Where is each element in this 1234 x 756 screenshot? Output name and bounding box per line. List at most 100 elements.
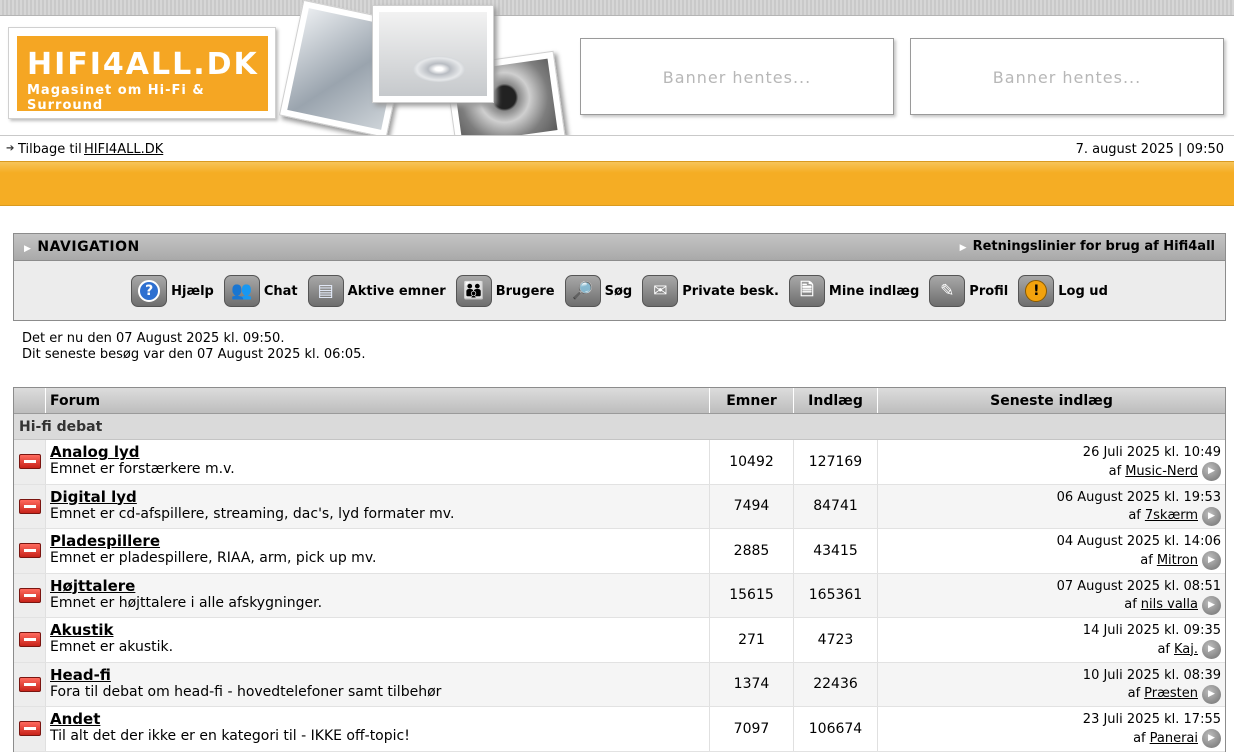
forum-folder-icon — [18, 498, 41, 514]
category-title[interactable]: Hi-fi debat — [14, 414, 1225, 440]
nav-item-my-posts[interactable]: 🗎 Mine indlæg — [788, 275, 919, 307]
navigation-title: ▶ NAVIGATION — [24, 239, 140, 255]
nav-item-profile[interactable]: ✎ Profil — [929, 275, 1008, 307]
topic-count: 10492 — [710, 440, 794, 484]
latest-post-cell: 07 August 2025 kl. 08:51 af nils valla ▶ — [878, 574, 1225, 618]
table-row: Andet Til alt det der ikke er en kategori… — [14, 707, 1225, 752]
chat-icon: 👥 — [223, 275, 260, 307]
forum-folder-icon — [18, 587, 41, 603]
forum-folder-icon — [18, 676, 41, 692]
by-label: af — [1127, 686, 1141, 701]
forum-name-link[interactable]: Head-fi — [50, 666, 111, 684]
latest-post-author: af Music-Nerd ▶ — [1109, 462, 1221, 481]
latest-post-user-link[interactable]: Kaj. — [1174, 641, 1198, 659]
table-row: Digital lyd Emnet er cd-afspillere, strea… — [14, 484, 1225, 529]
latest-post-date: 14 Juli 2025 kl. 09:35 — [1082, 623, 1221, 638]
forum-cell: Højttalere Emnet er højttalere i alle afs… — [46, 573, 710, 617]
go-to-latest-post-icon[interactable]: ▶ — [1202, 640, 1221, 659]
nav-item-private-messages[interactable]: ✉ Private besk. — [642, 275, 779, 307]
forum-name-link[interactable]: Analog lyd — [50, 444, 139, 461]
orange-divider-bar — [0, 161, 1234, 206]
latest-post-user-link[interactable]: Præsten — [1144, 685, 1198, 703]
go-to-latest-post-icon[interactable]: ▶ — [1202, 684, 1221, 704]
go-to-latest-post-icon[interactable]: ▶ — [1202, 729, 1221, 748]
by-label: af — [1124, 597, 1137, 612]
triangle-right-icon: ▶ — [959, 243, 967, 253]
logo-subtitle: Magasinet om Hi-Fi & Surround — [27, 83, 205, 113]
active-topics-icon: ▤ — [307, 275, 344, 307]
forum-status-cell — [14, 573, 46, 617]
forum-cell: Digital lyd Emnet er cd-afspillere, strea… — [46, 484, 710, 528]
nav-item-help[interactable]: ? Hjælp — [131, 275, 214, 307]
back-to-site-link[interactable]: HIFI4ALL.DK — [84, 142, 163, 157]
by-label: af — [1157, 641, 1170, 657]
latest-post-user-link[interactable]: 7skærm — [1145, 507, 1198, 525]
nav-item-users[interactable]: 👪 Brugere — [455, 275, 555, 307]
latest-post-user-link[interactable]: Panerai — [1150, 730, 1198, 748]
latest-post-user-link[interactable]: nils valla — [1141, 596, 1198, 614]
table-row: Akustik Emnet er akustik. 271 4723 14 Juli 2… — [14, 618, 1225, 663]
nav-item-chat[interactable]: 👥 Chat — [223, 275, 298, 307]
nav-item-active-topics[interactable]: ▤ Aktive emner — [307, 275, 446, 307]
site-logo[interactable]: HIFI4ALL.DK Magasinet om Hi-Fi & Surroun… — [17, 36, 268, 113]
go-to-latest-post-icon[interactable]: ▶ — [1202, 462, 1221, 481]
logout-icon: ! — [1018, 275, 1055, 307]
forum-folder-icon — [18, 543, 41, 559]
forum-status-cell — [14, 529, 46, 573]
logo-title: HIFI4ALL.DK — [27, 47, 259, 82]
forum-folder-icon — [18, 454, 41, 470]
table-row: Højttalere Emnet er højttalere i alle afs… — [14, 573, 1225, 618]
forum-table: Forum Emner Indlæg Seneste indlæg Hi-fi … — [13, 387, 1226, 752]
latest-post-author: af 7skærm ▶ — [1128, 506, 1221, 526]
visit-info: Det er nu den 07 August 2025 kl. 09:50. … — [22, 331, 366, 363]
go-to-latest-post-icon[interactable]: ▶ — [1202, 506, 1221, 526]
latest-post-user-link[interactable]: Music-Nerd — [1125, 463, 1198, 481]
forum-status-cell — [14, 618, 46, 662]
post-count: 4723 — [794, 618, 878, 662]
triangle-right-icon: ▶ — [24, 244, 32, 254]
forum-cell: Akustik Emnet er akustik. — [46, 618, 710, 662]
forum-status-cell — [14, 707, 46, 751]
banner-ad-2[interactable]: Banner hentes... — [910, 38, 1224, 115]
latest-post-author: af Kaj. ▶ — [1157, 640, 1221, 659]
latest-post-user-link[interactable]: Mitron — [1157, 552, 1198, 570]
latest-post-cell: 06 August 2025 kl. 19:53 af 7skærm ▶ — [878, 485, 1225, 529]
nav-item-search[interactable]: 🔎 Søg — [564, 275, 632, 307]
nav-item-logout[interactable]: ! Log ud — [1018, 275, 1108, 307]
table-row: Pladespillere Emnet er pladespillere, RIA… — [14, 529, 1225, 574]
go-to-latest-post-icon[interactable]: ▶ — [1202, 551, 1221, 570]
forum-name-link[interactable]: Pladespillere — [50, 533, 160, 550]
latest-post-date: 04 August 2025 kl. 14:06 — [1056, 534, 1221, 549]
navigation-items: ? Hjælp 👥 Chat ▤ Aktive emner 👪 Brugere … — [14, 261, 1225, 321]
latest-post-author: af nils valla ▶ — [1124, 595, 1221, 615]
my-posts-icon: 🗎 — [788, 275, 825, 307]
forum-status-cell — [14, 484, 46, 528]
topic-count: 2885 — [710, 529, 794, 573]
help-icon: ? — [131, 275, 168, 307]
forum-name-link[interactable]: Akustik — [50, 622, 113, 639]
header-icon-col — [14, 388, 46, 413]
arrow-right-icon: ➔ — [6, 143, 15, 154]
latest-post-date: 23 Juli 2025 kl. 17:55 — [1082, 712, 1221, 727]
latest-post-date: 26 Juli 2025 kl. 10:49 — [1082, 445, 1221, 460]
forum-name-link[interactable]: Digital lyd — [50, 488, 137, 506]
latest-post-author: af Præsten ▶ — [1127, 684, 1221, 704]
forum-description: Emnet er akustik. — [50, 639, 174, 655]
users-icon: 👪 — [455, 275, 492, 307]
latest-post-cell: 10 Juli 2025 kl. 08:39 af Præsten ▶ — [878, 663, 1225, 707]
topic-count: 7494 — [710, 484, 794, 528]
forum-description: Fora til debat om head-fi - hovedtelefon… — [50, 683, 442, 700]
site-logo-frame[interactable]: HIFI4ALL.DK Magasinet om Hi-Fi & Surroun… — [8, 27, 276, 119]
rules-link[interactable]: ▶ Retningslinier for brug af Hifi4all — [960, 239, 1215, 254]
post-count: 84741 — [794, 484, 878, 528]
navigation-panel: ▶ NAVIGATION ▶ Retningslinier for brug af … — [13, 233, 1226, 321]
go-to-latest-post-icon[interactable]: ▶ — [1202, 595, 1221, 615]
latest-post-cell: 23 Juli 2025 kl. 17:55 af Panerai ▶ — [878, 707, 1225, 751]
search-icon: 🔎 — [564, 275, 601, 307]
forum-name-link[interactable]: Andet — [50, 711, 100, 728]
topic-count: 1374 — [710, 662, 794, 706]
back-text: Tilbage til — [18, 142, 82, 157]
banner-ad-1[interactable]: Banner hentes... — [580, 38, 894, 115]
latest-post-date: 10 Juli 2025 kl. 08:39 — [1082, 667, 1221, 683]
forum-name-link[interactable]: Højttalere — [50, 577, 135, 595]
